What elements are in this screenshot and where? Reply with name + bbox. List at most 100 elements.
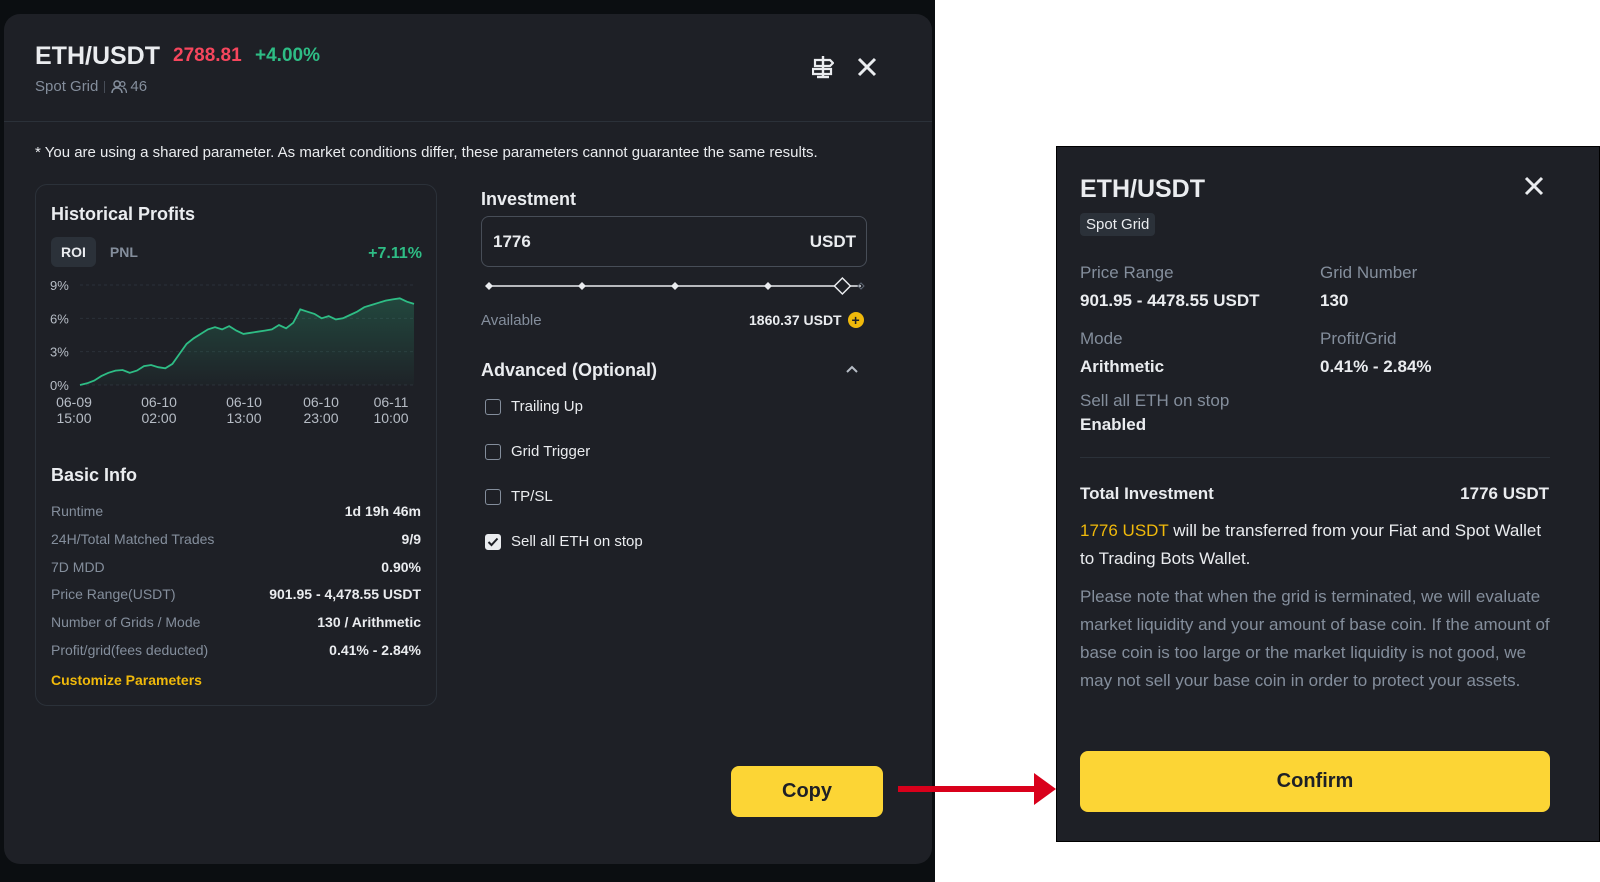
profit-grid-label: Profit/Grid [1320, 329, 1397, 348]
x-tick-date: 06-09 [56, 394, 92, 410]
roi-chart: 9%6%3%0%06-0915:0006-1002:0006-1013:0006… [50, 278, 415, 426]
x-tick-date: 06-10 [141, 394, 177, 410]
user-count: 46 [111, 78, 147, 95]
available-balance: 1860.37 USDT + [749, 312, 864, 328]
option-label: Trailing Up [511, 398, 583, 415]
x-tick-time: 23:00 [303, 410, 338, 426]
strategy-badge: Spot Grid [1080, 213, 1156, 236]
x-tick-date: 06-10 [303, 394, 339, 410]
pair-title: ETH/USDT [35, 42, 160, 70]
copy-button[interactable]: Copy [731, 766, 883, 817]
mode-label: Mode [1080, 329, 1123, 348]
price-range-label: Price Range [1080, 263, 1174, 282]
shared-parameter-notice: * You are using a shared parameter. As m… [35, 144, 818, 161]
checkbox[interactable] [485, 488, 501, 505]
info-value: 1d 19h 46m [344, 503, 421, 519]
last-price: 2788.81 [173, 45, 242, 66]
basic-info-title: Basic Info [51, 465, 138, 485]
confirm-panel: ETH/USDT Spot Grid Price Range 901.95 - … [1056, 146, 1600, 842]
flow-arrow-icon [898, 773, 1056, 805]
roi-value: +7.11% [368, 245, 422, 262]
y-tick-label: 9% [50, 278, 69, 293]
slider-step-marker [671, 282, 679, 290]
close-icon[interactable] [852, 52, 882, 82]
slider-step-marker [485, 282, 493, 290]
advanced-title: Advanced (Optional) [481, 360, 658, 380]
info-row-price-range: Price Range(USDT) 901.95 - 4,478.55 USDT [51, 586, 421, 602]
strategy-label: Spot Grid [35, 78, 99, 95]
add-funds-icon[interactable]: + [847, 312, 864, 328]
check-icon [487, 537, 499, 546]
y-tick-label: 3% [50, 345, 69, 360]
user-count-value: 46 [130, 78, 148, 95]
strategy-info: Spot Grid 46 [35, 78, 147, 95]
info-row-trades: 24H/Total Matched Trades 9/9 [51, 531, 421, 547]
modal-header: ETH/USDT 2788.81 +4.00% Spot Grid 46 [4, 14, 932, 122]
info-value: 0.41% - 2.84% [329, 642, 421, 658]
tab-pnl[interactable]: PNL [100, 237, 148, 267]
transfer-amount: 1776 USDT [1080, 521, 1169, 540]
info-row-runtime: Runtime 1d 19h 46m [51, 503, 421, 519]
liquidity-note: Please note that when the grid is termin… [1080, 587, 1550, 690]
copy-grid-modal: ETH/USDT 2788.81 +4.00% Spot Grid 46 * Y… [4, 14, 932, 864]
x-tick-time: 02:00 [141, 410, 176, 426]
checkbox[interactable] [485, 398, 501, 415]
sell-on-stop-value: Enabled [1080, 415, 1147, 434]
transfer-message: 1776 USDT will be transferred from your … [1080, 517, 1552, 573]
tab-roi[interactable]: ROI [51, 237, 96, 267]
info-value: 901.95 - 4,478.55 USDT [269, 586, 421, 602]
info-label: 7D MDD [51, 559, 105, 575]
slider-step-marker [578, 282, 586, 290]
checkbox[interactable] [485, 533, 501, 550]
slider-handle [833, 276, 852, 296]
info-label: Price Range(USDT) [51, 586, 176, 602]
available-value: 1860.37 USDT [749, 312, 842, 328]
x-tick-time: 10:00 [373, 410, 408, 426]
info-label: 24H/Total Matched Trades [51, 531, 215, 547]
info-label: Number of Grids / Mode [51, 614, 201, 630]
info-row-mdd: 7D MDD 0.90% [51, 559, 421, 575]
confirm-pair-title: ETH/USDT [1080, 175, 1205, 203]
option-label: Grid Trigger [511, 443, 591, 460]
close-icon[interactable] [1519, 171, 1549, 201]
info-value: 9/9 [401, 531, 421, 547]
confirm-button[interactable]: Confirm [1080, 751, 1550, 812]
checkbox[interactable] [485, 443, 501, 460]
sell-on-stop-label: Sell all ETH on stop [1080, 391, 1230, 410]
historical-profits-title: Historical Profits [51, 204, 196, 224]
available-label: Available [481, 312, 542, 329]
x-tick-time: 13:00 [226, 410, 261, 426]
price-change: +4.00% [255, 45, 320, 66]
option-tp-sl[interactable]: TP/SL [485, 488, 553, 505]
x-tick-date: 06-11 [374, 394, 409, 410]
info-label: Runtime [51, 503, 104, 519]
info-value: 0.90% [381, 559, 421, 575]
y-tick-label: 0% [50, 378, 69, 393]
investment-title: Investment [481, 189, 577, 209]
signpost-icon[interactable] [808, 52, 838, 82]
price-range-value: 901.95 - 4478.55 USDT [1080, 291, 1260, 310]
investment-slider[interactable] [485, 276, 865, 296]
option-label: TP/SL [511, 488, 553, 505]
x-tick-time: 15:00 [56, 410, 91, 426]
y-tick-label: 6% [50, 311, 69, 326]
customize-parameters-link[interactable]: Customize Parameters [51, 672, 202, 688]
investment-unit: USDT [809, 231, 856, 251]
total-investment-label: Total Investment [1080, 484, 1214, 503]
option-grid-trigger[interactable]: Grid Trigger [485, 443, 590, 460]
divider [1080, 457, 1550, 458]
historical-profits-card: Historical Profits ROI PNL +7.11% 9% 6% 3%… [35, 184, 437, 706]
profit-tabs: ROI PNL [51, 237, 148, 267]
investment-field[interactable]: USDT [481, 216, 867, 267]
total-investment-value: 1776 USDT [1460, 484, 1549, 503]
info-value: 130 / Arithmetic [317, 614, 421, 630]
option-trailing-up[interactable]: Trailing Up [485, 398, 583, 415]
investment-input[interactable] [493, 231, 693, 252]
info-row-profit-grid: Profit/grid(fees deducted) 0.41% - 2.84% [51, 642, 421, 658]
profit-grid-value: 0.41% - 2.84% [1320, 357, 1432, 376]
slider-step-marker [764, 282, 772, 290]
grid-number-value: 130 [1320, 291, 1349, 310]
info-label: Profit/grid(fees deducted) [51, 642, 209, 658]
option-sell-all-on-stop[interactable]: Sell all ETH on stop [485, 533, 643, 550]
chevron-up-icon[interactable] [842, 359, 862, 379]
